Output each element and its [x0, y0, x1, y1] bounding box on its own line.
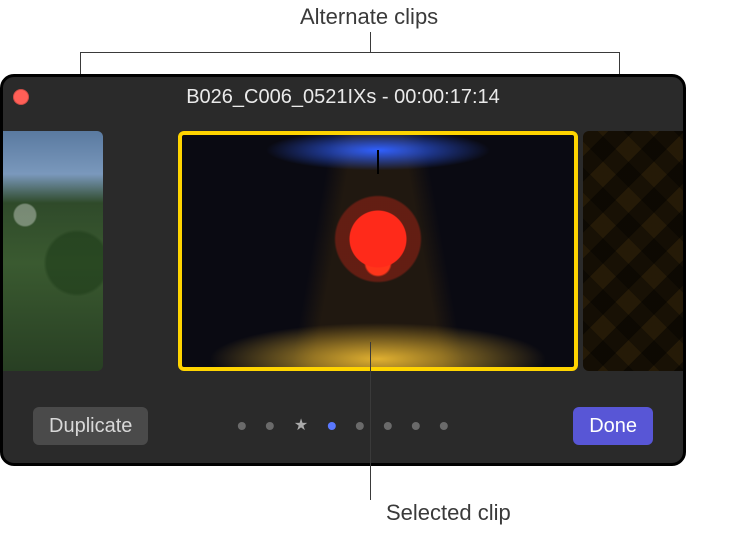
indicator-dot[interactable] [384, 422, 392, 430]
callout-leader [370, 342, 371, 500]
footer: Duplicate ★ Done [3, 407, 683, 445]
callout-leader [80, 52, 620, 53]
indicator-dot[interactable] [266, 422, 274, 430]
alternate-clip-left[interactable] [3, 131, 103, 371]
close-button[interactable] [13, 89, 29, 105]
callout-alternate-clips: Alternate clips [300, 4, 438, 30]
titlebar: B026_C006_0521IXs - 00:00:17:14 [3, 77, 683, 117]
duplicate-button[interactable]: Duplicate [33, 407, 148, 445]
callout-leader [370, 32, 371, 52]
alternate-clip-right[interactable] [583, 131, 683, 371]
indicator-favorite-icon[interactable]: ★ [294, 422, 308, 430]
audition-window: B026_C006_0521IXs - 00:00:17:14 Duplicat… [0, 74, 686, 466]
page-indicators: ★ [238, 422, 448, 430]
callout-selected-clip: Selected clip [386, 500, 511, 526]
done-button[interactable]: Done [573, 407, 653, 445]
indicator-dot-active[interactable] [328, 422, 336, 430]
indicator-dot[interactable] [440, 422, 448, 430]
window-title: B026_C006_0521IXs - 00:00:17:14 [3, 86, 683, 109]
indicator-dot[interactable] [412, 422, 420, 430]
indicator-dot[interactable] [238, 422, 246, 430]
indicator-dot[interactable] [356, 422, 364, 430]
clip-strip [3, 121, 683, 383]
selected-clip[interactable] [178, 131, 578, 371]
